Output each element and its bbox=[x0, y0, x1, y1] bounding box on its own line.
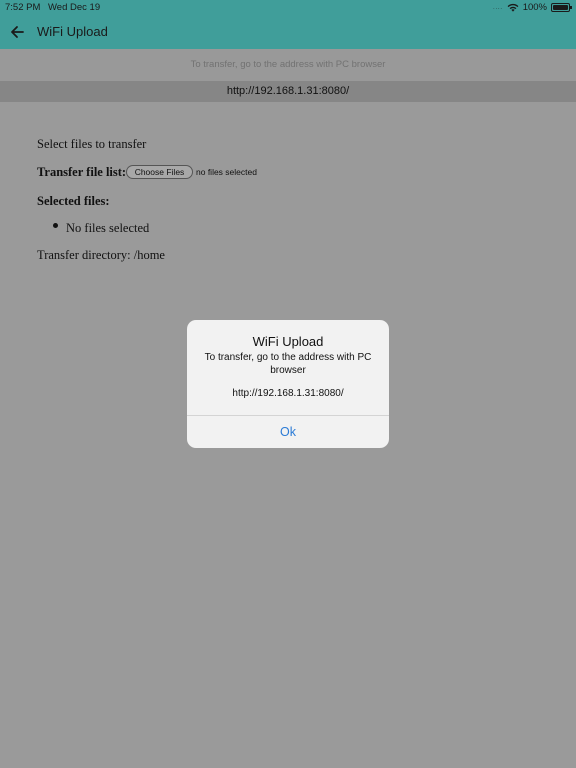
alert-dialog: WiFi Upload To transfer, go to the addre… bbox=[187, 320, 389, 448]
status-date: Wed Dec 19 bbox=[48, 2, 101, 13]
app-bar: WiFi Upload bbox=[0, 15, 576, 49]
status-right: .... 100% bbox=[492, 2, 572, 13]
transfer-list-label: Transfer file list: bbox=[37, 165, 127, 179]
arrow-left-icon[interactable] bbox=[8, 23, 26, 41]
dialog-title: WiFi Upload bbox=[252, 334, 324, 349]
signal-dots: .... bbox=[492, 4, 503, 11]
status-time: 7:52 PM bbox=[5, 2, 41, 13]
status-bar: 7:52 PM Wed Dec 19 .... 100% bbox=[0, 0, 576, 15]
dialog-url: http://192.168.1.31:8080/ bbox=[232, 388, 344, 399]
transfer-directory: Transfer directory: /home bbox=[37, 248, 165, 262]
ok-button[interactable]: Ok bbox=[187, 416, 389, 448]
select-prompt: Select files to transfer bbox=[37, 137, 147, 151]
list-item: No files selected bbox=[66, 221, 150, 235]
wifi-icon bbox=[507, 3, 519, 12]
battery-percent: 100% bbox=[522, 2, 547, 13]
transfer-hint: To transfer, go to the address with PC b… bbox=[0, 49, 576, 81]
choose-files-button[interactable]: Choose Files bbox=[126, 165, 193, 179]
battery-icon bbox=[551, 3, 572, 12]
app-title: WiFi Upload bbox=[37, 24, 108, 39]
selected-files-label: Selected files: bbox=[37, 194, 110, 208]
dialog-message: To transfer, go to the address with PC b… bbox=[204, 352, 372, 376]
bullet-icon bbox=[53, 223, 58, 228]
no-files-text: no files selected bbox=[196, 167, 257, 177]
server-address: http://192.168.1.31:8080/ bbox=[0, 81, 576, 102]
